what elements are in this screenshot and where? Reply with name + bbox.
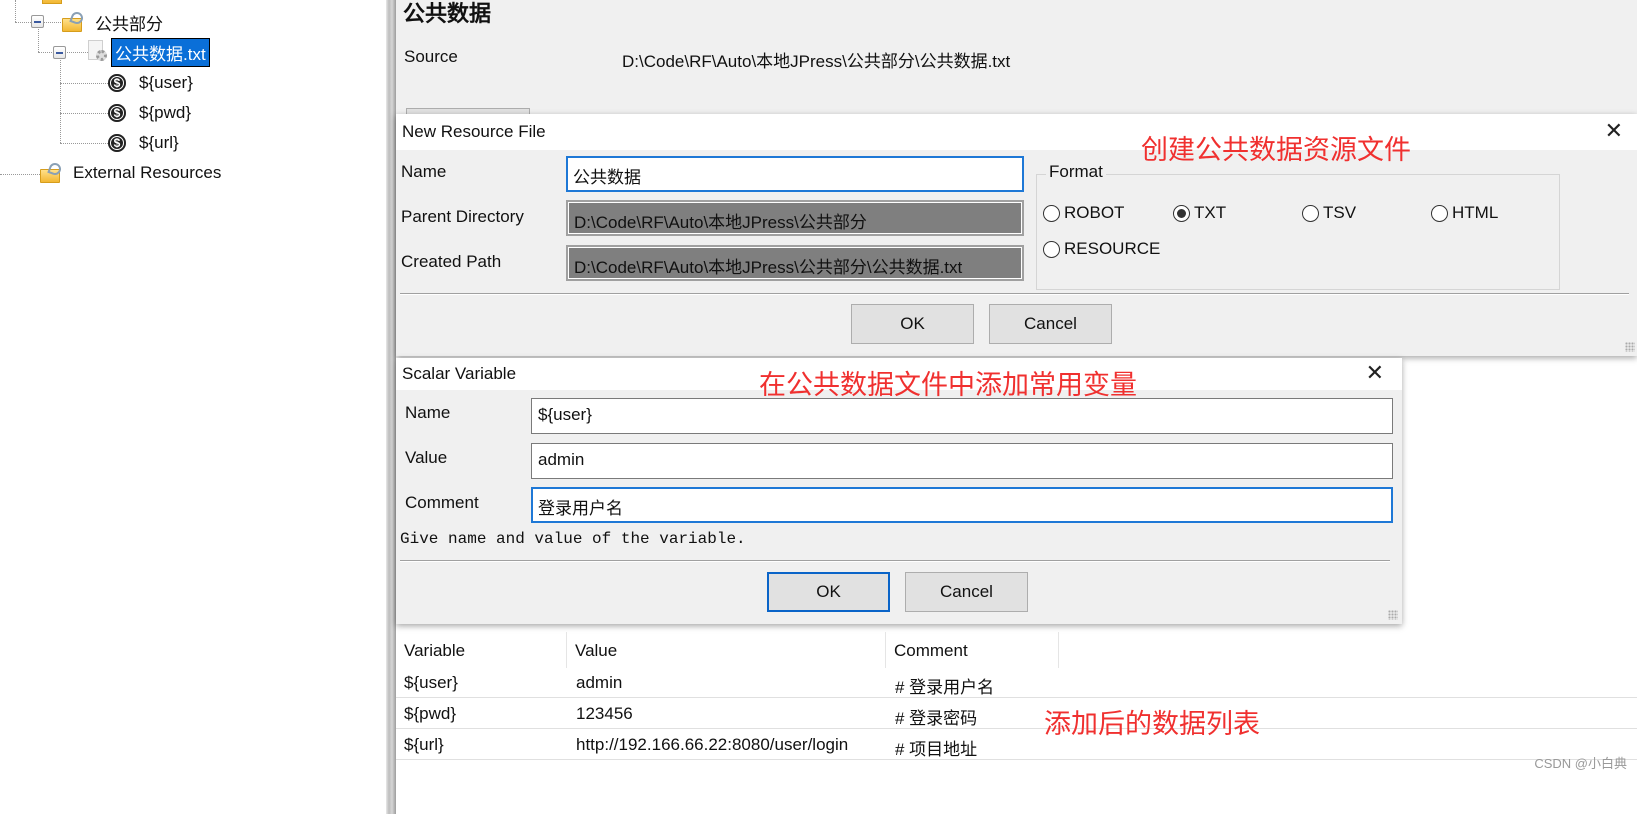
watermark: CSDN @小白典 [1534,756,1627,771]
radio-label: ROBOT [1064,203,1125,222]
table-row[interactable]: ${user} admin # 登录用户名 [396,668,1637,698]
resource-tree: 公共部分 公共数据.txt $ ${user} $ ${pwd} $ ${url… [0,0,395,814]
format-radio-html[interactable]: HTML [1431,203,1498,223]
variable-name-input[interactable]: ${user} [531,398,1393,434]
created-path-label: Created Path [401,252,502,271]
tree-item-variable[interactable]: $ ${url} [108,129,182,157]
tree-item-label: ${pwd} [139,103,191,122]
cell-comment: # 登录密码 [895,709,978,728]
tree-item-label: ${url} [139,133,179,152]
radio-label: HTML [1452,203,1499,222]
variable-value-input[interactable]: admin [531,443,1393,479]
created-path-field: D:\Code\RF\Auto\本地JPress\公共部分\公共数据.txt [566,245,1024,281]
cell-comment: # 项目地址 [895,740,978,759]
tree-item-label: 公共数据.txt [111,37,210,67]
value-label: Value [405,448,448,467]
tree-connector [0,174,40,175]
resource-file-icon [86,40,108,64]
radio-checked-icon [1173,204,1190,222]
tree-connector [60,113,108,114]
radio-icon [1431,204,1448,222]
resize-grip-icon[interactable] [1625,342,1635,352]
format-group [1036,174,1560,290]
table-row[interactable]: ${url} http://192.166.66.22:8080/user/lo… [396,730,1637,760]
scalar-variable-dialog: Scalar Variable ✕ 在公共数据文件中添加常用变量 Name ${… [396,358,1402,624]
annotation-text: 创建公共数据资源文件 [1141,135,1411,165]
collapse-toggle[interactable] [31,15,44,28]
cell-comment: # 登录用户名 [895,678,995,697]
format-radio-tsv[interactable]: TSV [1302,203,1356,223]
name-label: Name [405,403,451,422]
annotation-text: 在公共数据文件中添加常用变量 [759,370,1137,400]
cell-variable: ${user} [404,673,458,692]
dialog-title: Scalar Variable [402,364,517,383]
tree-connector [60,143,108,144]
ok-button[interactable]: OK [851,304,974,344]
tree-item-label: ${user} [139,73,193,92]
tree-connector [60,58,61,143]
resource-folder-icon [62,10,85,32]
column-header-value[interactable]: Value [567,632,886,668]
radio-label: RESOURCE [1064,239,1161,258]
help-text: Give name and value of the variable. [400,530,746,548]
source-label: Source [404,47,458,66]
parent-directory-field: D:\Code\RF\Auto\本地JPress\公共部分 [566,200,1024,236]
tree-item-public-folder[interactable]: 公共部分 [62,8,166,36]
column-header-variable[interactable]: Variable [396,632,567,668]
cell-value: admin [576,673,623,692]
radio-label: TXT [1194,203,1227,222]
tree-item-variable[interactable]: $ ${user} [108,69,196,97]
tree-item-label: 公共部分 [95,14,163,34]
parent-directory-label: Parent Directory [401,207,524,226]
name-input[interactable]: 公共数据 [566,156,1024,192]
format-radio-robot[interactable]: ROBOT [1043,203,1124,223]
scalar-variable-icon: $ [108,134,126,152]
cell-value: 123456 [576,704,633,723]
cancel-button[interactable]: Cancel [989,304,1112,344]
radio-icon [1043,240,1060,258]
radio-icon [1302,204,1319,222]
format-radio-resource[interactable]: RESOURCE [1043,239,1160,259]
source-path: D:\Code\RF\Auto\本地JPress\公共部分\公共数据.txt [622,52,1011,71]
tree-item-variable[interactable]: $ ${pwd} [108,99,194,127]
table-row[interactable]: ${pwd} 123456 # 登录密码 [396,699,1637,729]
divider [400,560,1390,562]
tree-item-label: External Resources [73,163,222,182]
cell-value: http://192.166.66.22:8080/user/login [576,735,849,754]
pane-splitter[interactable] [386,0,396,814]
tree-item-resource-file[interactable]: 公共数据.txt [86,37,210,67]
folder-icon [42,0,62,4]
scalar-variable-icon: $ [108,104,126,122]
tree-connector [38,29,39,52]
tree-connector [15,0,16,22]
close-icon[interactable]: ✕ [1605,120,1623,142]
dialog-title: New Resource File [402,122,546,141]
close-icon[interactable]: ✕ [1366,362,1384,384]
new-resource-file-dialog: New Resource File ✕ 创建公共数据资源文件 Name 公共数据… [396,114,1637,356]
comment-label: Comment [405,493,479,512]
tree-connector [60,83,108,84]
cancel-button[interactable]: Cancel [905,572,1028,612]
ok-button[interactable]: OK [767,572,890,612]
cell-variable: ${pwd} [404,704,456,723]
collapse-toggle[interactable] [53,46,66,59]
divider [400,293,1629,295]
editor-header: 公共数据 Source D:\Code\RF\Auto\本地JPress\公共部… [396,0,1637,120]
dialog-titlebar: New Resource File ✕ [396,114,1637,150]
radio-label: TSV [1323,203,1357,222]
cell-variable: ${url} [404,735,444,754]
resize-grip-icon[interactable] [1388,610,1398,620]
column-header-comment[interactable]: Comment [886,632,1059,668]
annotation-text: 添加后的数据列表 [1044,709,1260,739]
format-radio-txt[interactable]: TXT [1173,203,1226,223]
resource-folder-icon [40,161,63,183]
tree-item-external-resources[interactable]: External Resources [40,159,224,187]
variable-comment-input[interactable]: 登录用户名 [531,487,1393,523]
format-label: Format [1046,162,1106,182]
page-title: 公共数据 [403,1,492,26]
name-label: Name [401,162,447,181]
scalar-variable-icon: $ [108,74,126,92]
radio-icon [1043,204,1060,222]
